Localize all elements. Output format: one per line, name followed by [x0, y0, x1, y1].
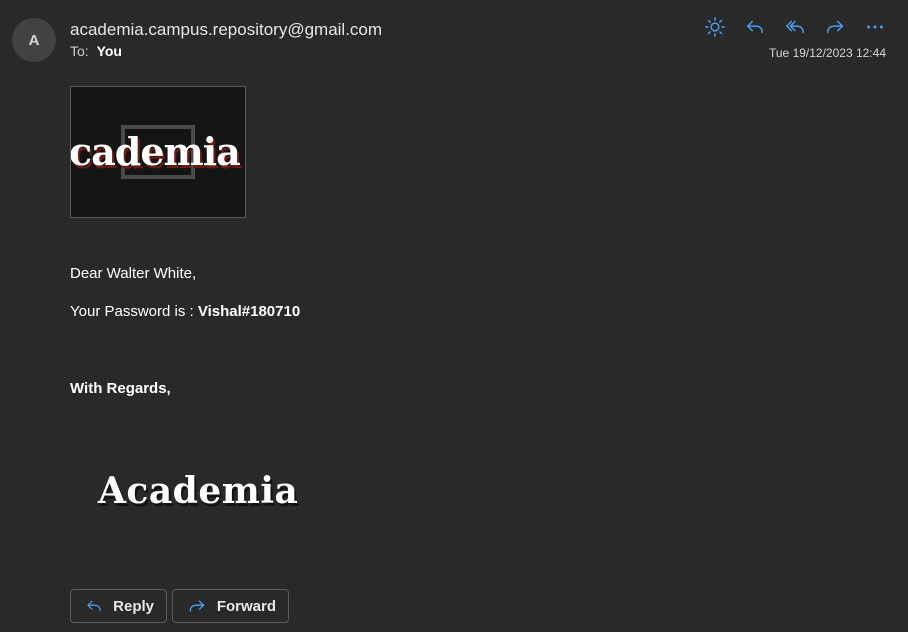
recipient-name[interactable]: You — [97, 43, 122, 59]
email-reading-pane: A academia.campus.repository@gmail.com T… — [0, 0, 908, 632]
reply-all-icon[interactable] — [780, 14, 810, 40]
forward-icon — [189, 600, 205, 612]
regards: With Regards, — [70, 380, 171, 397]
sun-icon[interactable] — [700, 14, 730, 40]
signature-logo: Academia — [98, 470, 299, 512]
more-icon[interactable] — [860, 14, 890, 40]
greeting: Dear Walter White, — [70, 265, 197, 282]
recipient-row: To: You — [70, 43, 122, 59]
message-toolbar — [700, 14, 890, 40]
sender-address[interactable]: academia.campus.repository@gmail.com — [70, 20, 382, 40]
password-label: Your Password is : — [70, 303, 198, 320]
message-date: Tue 19/12/2023 12:44 — [769, 46, 886, 60]
forward-icon[interactable] — [820, 14, 850, 40]
banner-image: cademia — [70, 86, 246, 218]
avatar[interactable]: A — [12, 18, 56, 62]
password-value: Vishal#180710 — [197, 303, 301, 320]
to-label: To: — [70, 43, 89, 59]
forward-button[interactable]: Forward — [172, 589, 289, 623]
banner-logo-text: cademia — [70, 129, 241, 174]
password-line: Your Password is : Vishal#180710 — [70, 303, 300, 320]
reply-button-label: Reply — [113, 597, 154, 615]
reply-icon[interactable] — [740, 14, 770, 40]
forward-button-label: Forward — [216, 597, 276, 615]
reply-icon — [87, 600, 101, 612]
reply-button[interactable]: Reply — [70, 589, 167, 623]
